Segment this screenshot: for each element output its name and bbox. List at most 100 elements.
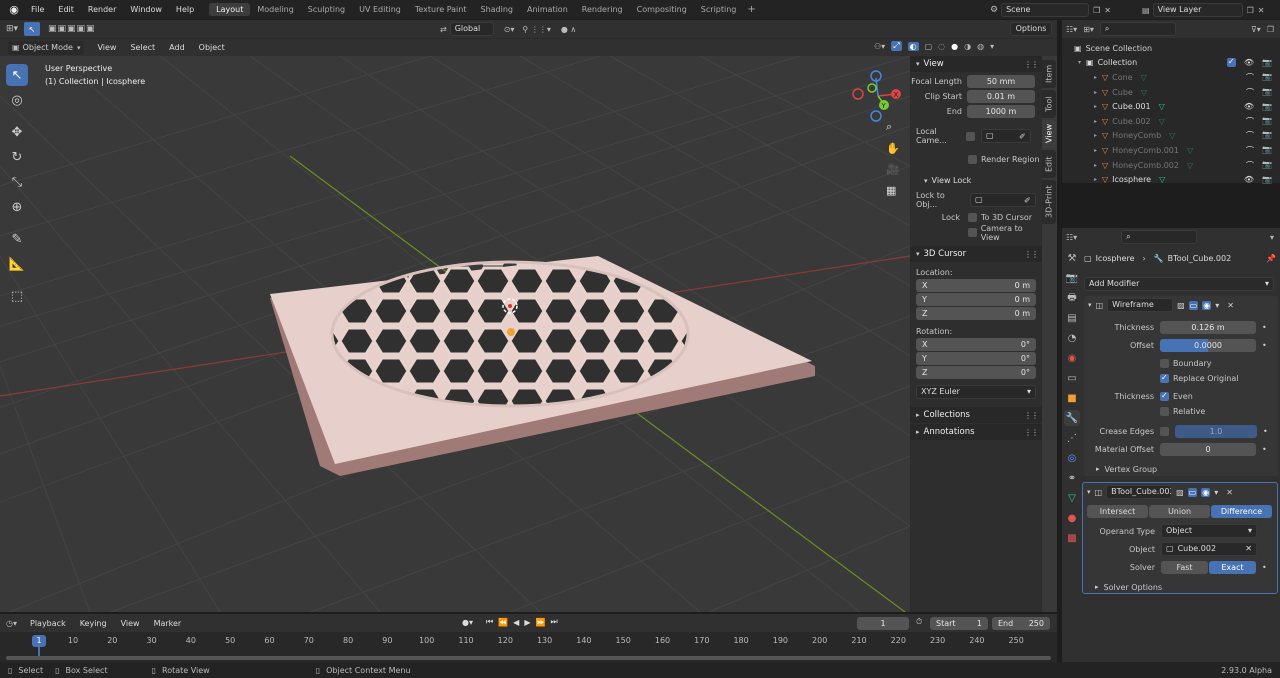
viewport-menu-select[interactable]: Select <box>123 43 162 52</box>
material-shading-icon[interactable]: ◑ <box>964 42 971 51</box>
editmode-toggle-icon[interactable]: ▨ <box>1177 301 1185 310</box>
record-icon[interactable]: ●▾ <box>462 618 473 627</box>
play-icon[interactable]: ▶ <box>524 618 530 627</box>
camera-icon[interactable]: 📷 <box>1262 175 1272 184</box>
eye-icon[interactable]: 👁 <box>1244 58 1254 67</box>
chevron-right-icon[interactable]: ▸ <box>1094 176 1097 183</box>
orientation-dropdown[interactable]: Global <box>449 22 494 36</box>
workspace-tab-rendering[interactable]: Rendering <box>575 3 630 16</box>
xray-icon[interactable]: ▢ <box>925 42 933 51</box>
boundary-checkbox[interactable] <box>1160 359 1169 368</box>
solver-fast-button[interactable]: Fast <box>1161 560 1208 574</box>
rendered-shading-icon[interactable]: ◍ <box>977 42 984 51</box>
prev-keyframe-icon[interactable]: ⏪ <box>498 618 508 627</box>
scene-collection-row[interactable]: ▣ Scene Collection <box>1062 41 1280 56</box>
camera-icon[interactable]: 📷 <box>1262 145 1272 156</box>
keyframe-dot-icon[interactable]: • <box>1262 563 1267 572</box>
snap-icon[interactable]: ⚲ ⋮⋮▾ <box>522 25 550 34</box>
outliner-row[interactable]: ▸ ▽ HoneyComb.001 ▽ ⌒ 📷 <box>1062 143 1280 158</box>
keyframe-dot-icon[interactable]: • <box>1263 427 1268 436</box>
gizmo-neg-x-icon[interactable] <box>852 88 864 100</box>
rotation-y-field[interactable]: Y 0° <box>916 352 1036 365</box>
stopwatch-icon[interactable]: ⏱ <box>916 617 922 627</box>
chevron-right-icon[interactable]: ▸ <box>1094 89 1097 96</box>
menu-edit[interactable]: Edit <box>51 5 81 14</box>
outliner-search-input[interactable]: ⌕ <box>1099 22 1176 36</box>
chevron-right-icon[interactable]: ▸ <box>1094 74 1097 81</box>
start-frame-field[interactable]: Start 1 <box>930 617 988 630</box>
sidebar-tab-item[interactable]: Item <box>1042 60 1056 88</box>
physics-icon[interactable]: ◎ <box>1064 450 1080 466</box>
viewport-toggle-icon[interactable]: ▭ <box>1188 300 1199 310</box>
keyframe-dot-icon[interactable]: • <box>1262 323 1267 332</box>
pin-icon[interactable]: 📌 <box>1266 254 1276 263</box>
close-icon[interactable]: ✕ <box>1226 488 1233 497</box>
eye-icon[interactable]: 👁 <box>1244 175 1254 184</box>
menu-file[interactable]: File <box>24 5 51 14</box>
timeline-menu-marker[interactable]: Marker <box>147 619 189 628</box>
boolean-union-button[interactable]: Union <box>1149 505 1210 518</box>
eyedropper-icon[interactable]: ✐ <box>1019 132 1026 141</box>
gizmo-icon[interactable]: ⤢ <box>891 41 902 51</box>
pan-hand-icon[interactable]: ✋ <box>886 142 900 155</box>
drag-handle-icon[interactable]: ⋮⋮ <box>1024 250 1039 259</box>
gizmo-neg-z-icon[interactable] <box>870 110 882 122</box>
clip-end-field[interactable]: 1000 m <box>967 105 1035 118</box>
play-reverse-icon[interactable]: ◀ <box>513 618 519 627</box>
annotations-panel-header[interactable]: ▸ Annotations ⋮⋮ <box>910 424 1042 440</box>
clip-start-field[interactable]: 0.01 m <box>967 90 1035 103</box>
keyframe-dot-icon[interactable]: • <box>1262 341 1267 350</box>
transform-tool[interactable]: ⊕ <box>6 196 28 218</box>
3d-cursor-panel-header[interactable]: ▾ 3D Cursor ⋮⋮ <box>910 246 1042 262</box>
navigation-gizmo[interactable]: X Y <box>848 64 906 124</box>
outliner-row[interactable]: ▸ ▽ Cube ▽ ⌒ 📷 <box>1062 85 1280 100</box>
collection-icon[interactable]: ▭ <box>1064 370 1080 386</box>
eyedropper-icon[interactable]: ✐ <box>1024 196 1031 205</box>
data-mesh-icon[interactable]: ▽ <box>1064 490 1080 506</box>
sidebar-tab-3d-print[interactable]: 3D-Print <box>1042 180 1056 224</box>
particles-icon[interactable]: ⋰ <box>1064 430 1080 446</box>
display-mode-icon[interactable]: ⊞▾ <box>1083 25 1094 34</box>
menu-window[interactable]: Window <box>123 5 169 14</box>
editmode-toggle-icon[interactable]: ▨ <box>1176 488 1184 497</box>
cursor-x-field[interactable]: X 0 m <box>916 279 1036 292</box>
object-field[interactable]: ▢ Cube.002 ✕ <box>1161 542 1257 556</box>
workspace-tab-shading[interactable]: Shading <box>473 3 520 16</box>
rotation-x-field[interactable]: X 0° <box>916 338 1036 351</box>
camera-icon[interactable]: 📷 <box>1262 116 1272 127</box>
scene-field[interactable]: Scene <box>1001 3 1090 17</box>
overlay-icon[interactable]: ◐ <box>907 41 919 51</box>
menu-render[interactable]: Render <box>81 5 123 14</box>
scene-selector[interactable]: ⚙ Scene ❐ ✕ <box>990 3 1111 17</box>
timeline-menu-view[interactable]: View <box>114 619 147 628</box>
camera-icon[interactable]: 📷 <box>1262 87 1272 98</box>
eye-closed-icon[interactable]: ⌒ <box>1246 160 1254 171</box>
selection-mode-icons[interactable]: ▣▣▣▣▣ <box>48 24 96 34</box>
crease-weight-field[interactable]: 1.0 <box>1175 424 1257 438</box>
visibility-icon[interactable]: ⚇▾ <box>874 42 885 51</box>
material-icon[interactable]: ● <box>1064 510 1080 526</box>
outliner-row[interactable]: ▸ ▽ Cube.002 ▽ ⌒ 📷 <box>1062 114 1280 129</box>
drag-handle-icon[interactable]: ⋮⋮ <box>1024 428 1039 437</box>
view-layer-icon[interactable]: ▤ <box>1064 310 1080 326</box>
boolean-header[interactable]: ▾ ◫ BTool_Cube.002 ▨ ▭ ◉ ▾ ✕ <box>1083 483 1277 501</box>
camera-icon[interactable]: 📷 <box>1262 130 1272 141</box>
chevron-right-icon[interactable]: ▸ <box>1094 147 1097 154</box>
collections-panel-header[interactable]: ▸ Collections ⋮⋮ <box>910 407 1042 423</box>
chevron-down-icon[interactable]: ▾ <box>990 42 994 51</box>
menu-help[interactable]: Help <box>169 5 201 14</box>
properties-search-input[interactable]: ⌕ <box>1121 230 1198 244</box>
sidebar-tab-view[interactable]: View <box>1042 120 1056 148</box>
boolean-intersect-button[interactable]: Intersect <box>1087 505 1148 518</box>
sidebar-tab-tool[interactable]: Tool <box>1042 90 1056 118</box>
outliner-row[interactable]: ▸ ▽ HoneyComb.002 ▽ ⌒ 📷 <box>1062 158 1280 173</box>
eye-closed-icon[interactable]: ⌒ <box>1246 116 1254 127</box>
camera-to-view-checkbox[interactable] <box>968 228 977 237</box>
outliner-row[interactable]: ▸ ▽ HoneyComb ▽ ⌒ 📷 <box>1062 129 1280 144</box>
outliner-row[interactable]: ▾▣Collection👁📷 <box>1062 56 1280 71</box>
zoom-icon[interactable]: ⌕ <box>886 120 900 134</box>
timeline-menu-keying[interactable]: Keying <box>73 619 114 628</box>
workspace-tab-uv-editing[interactable]: UV Editing <box>352 3 408 16</box>
timeline-scrollbar[interactable] <box>6 656 1051 660</box>
sidebar-tab-edit[interactable]: Edit <box>1042 150 1056 178</box>
